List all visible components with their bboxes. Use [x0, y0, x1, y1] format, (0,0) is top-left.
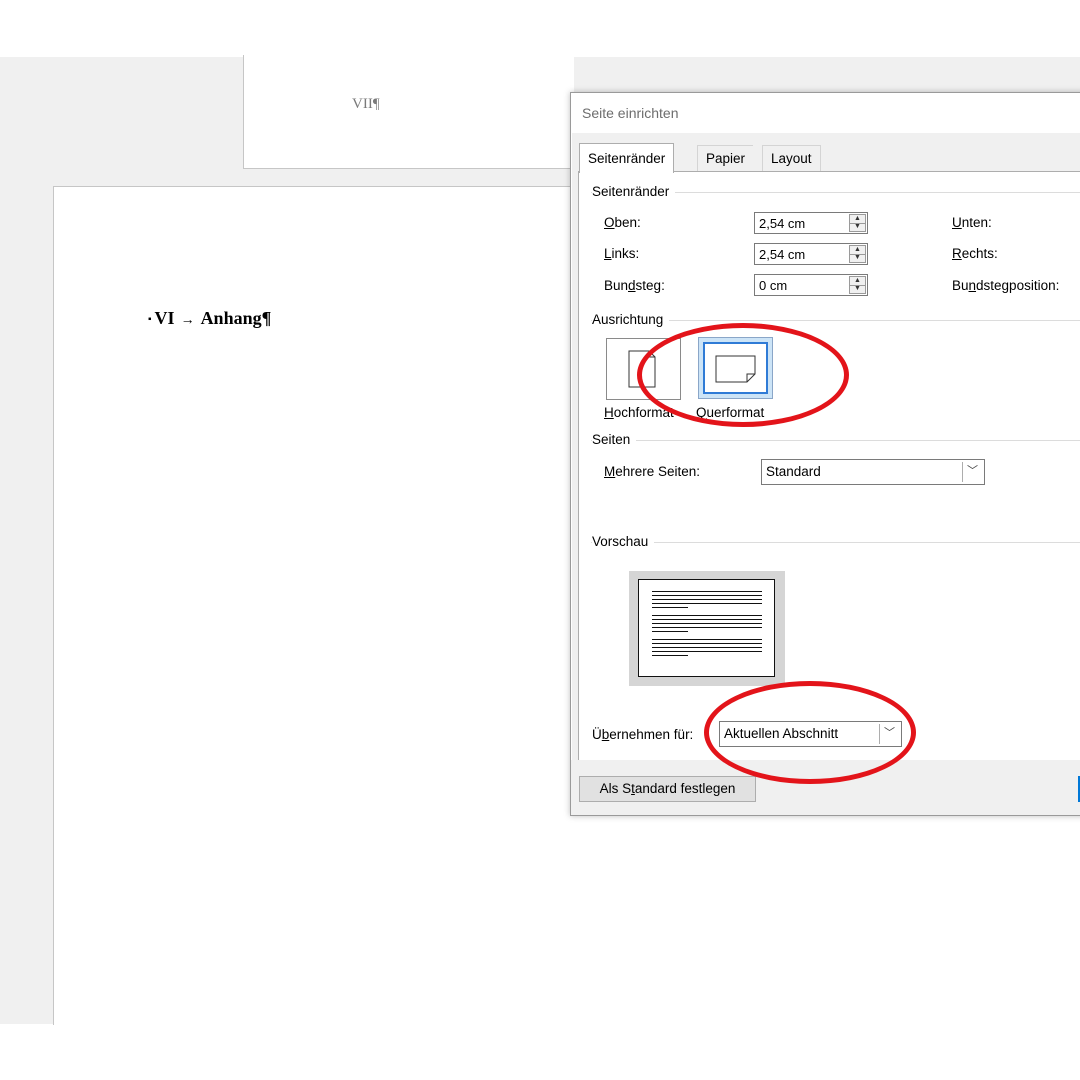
mehrere-seiten-dropdown[interactable]: Standard ﹀ — [761, 459, 985, 485]
landscape-page-icon — [715, 355, 756, 383]
group-title-seiten: Seiten — [592, 432, 637, 447]
querformat-label[interactable]: Querformat — [696, 405, 764, 420]
oben-spinner[interactable]: ▲▼ — [754, 212, 868, 234]
set-default-button[interactable]: Als Standard festlegen — [579, 776, 756, 802]
dialog-title: Seite einrichten — [582, 105, 679, 121]
bundsteg-label: Bundsteg: — [604, 278, 665, 293]
group-divider — [591, 542, 1080, 543]
tab-layout[interactable]: Layout — [762, 145, 821, 172]
group-divider — [591, 440, 1080, 441]
paragraph-marker-icon: ▪ — [148, 314, 152, 325]
bundsteg-input[interactable] — [755, 275, 851, 295]
group-title-seitenraender: Seitenränder — [592, 184, 676, 199]
unten-label: Unten: — [952, 215, 992, 230]
bundsteg-spinner[interactable]: ▲▼ — [754, 274, 868, 296]
group-title-vorschau: Vorschau — [592, 534, 655, 549]
hochformat-label[interactable]: Hochformat — [604, 405, 674, 420]
bundstegposition-label: Bundstegposition: — [952, 278, 1060, 293]
uebernehmen-label: Übernehmen für: — [592, 727, 694, 742]
portrait-page-icon — [628, 350, 656, 388]
links-spin-buttons[interactable]: ▲ ▼ — [849, 245, 866, 263]
spin-down-icon[interactable]: ▼ — [850, 223, 865, 231]
querformat-option[interactable] — [698, 337, 773, 399]
uebernehmen-dropdown[interactable]: Aktuellen Abschnitt ﹀ — [719, 721, 902, 747]
links-input[interactable] — [755, 244, 851, 264]
uebernehmen-value: Aktuellen Abschnitt — [724, 726, 839, 741]
tab-arrow-icon: → — [180, 313, 195, 328]
rechts-label: Rechts: — [952, 246, 998, 261]
previous-page-footer — [243, 55, 574, 169]
spin-down-icon[interactable]: ▼ — [850, 254, 865, 262]
preview-page-icon — [638, 579, 775, 677]
tab-papier[interactable]: Papier — [697, 145, 754, 172]
chevron-down-icon[interactable]: ﹀ — [879, 724, 899, 744]
links-spinner[interactable]: ▲▼ — [754, 243, 868, 265]
oben-label: Oben: — [604, 215, 641, 230]
oben-input[interactable] — [755, 213, 851, 233]
tab-seitenraender[interactable]: Seitenränder — [579, 143, 675, 173]
links-label: Links: — [604, 246, 640, 261]
oben-spin-buttons[interactable]: ▲ ▼ — [849, 214, 866, 232]
heading-text: Anhang¶ — [200, 308, 272, 328]
heading-number: VI — [154, 308, 175, 328]
querformat-selection-frame — [703, 342, 768, 394]
heading-paragraph[interactable]: ▪ VI → Anhang¶ — [148, 308, 271, 329]
group-title-ausrichtung: Ausrichtung — [592, 312, 670, 327]
mehrere-seiten-label: Mehrere Seiten: — [604, 464, 701, 479]
bundsteg-spin-buttons[interactable]: ▲ ▼ — [849, 276, 866, 294]
page-setup-dialog: Seite einrichten Papier Layout Seitenrän… — [570, 92, 1080, 816]
page-number-text: VII¶ — [352, 96, 380, 112]
chevron-down-icon[interactable]: ﹀ — [962, 462, 982, 482]
hochformat-option[interactable] — [606, 338, 681, 400]
spin-down-icon[interactable]: ▼ — [850, 285, 865, 293]
mehrere-seiten-value: Standard — [766, 464, 821, 479]
